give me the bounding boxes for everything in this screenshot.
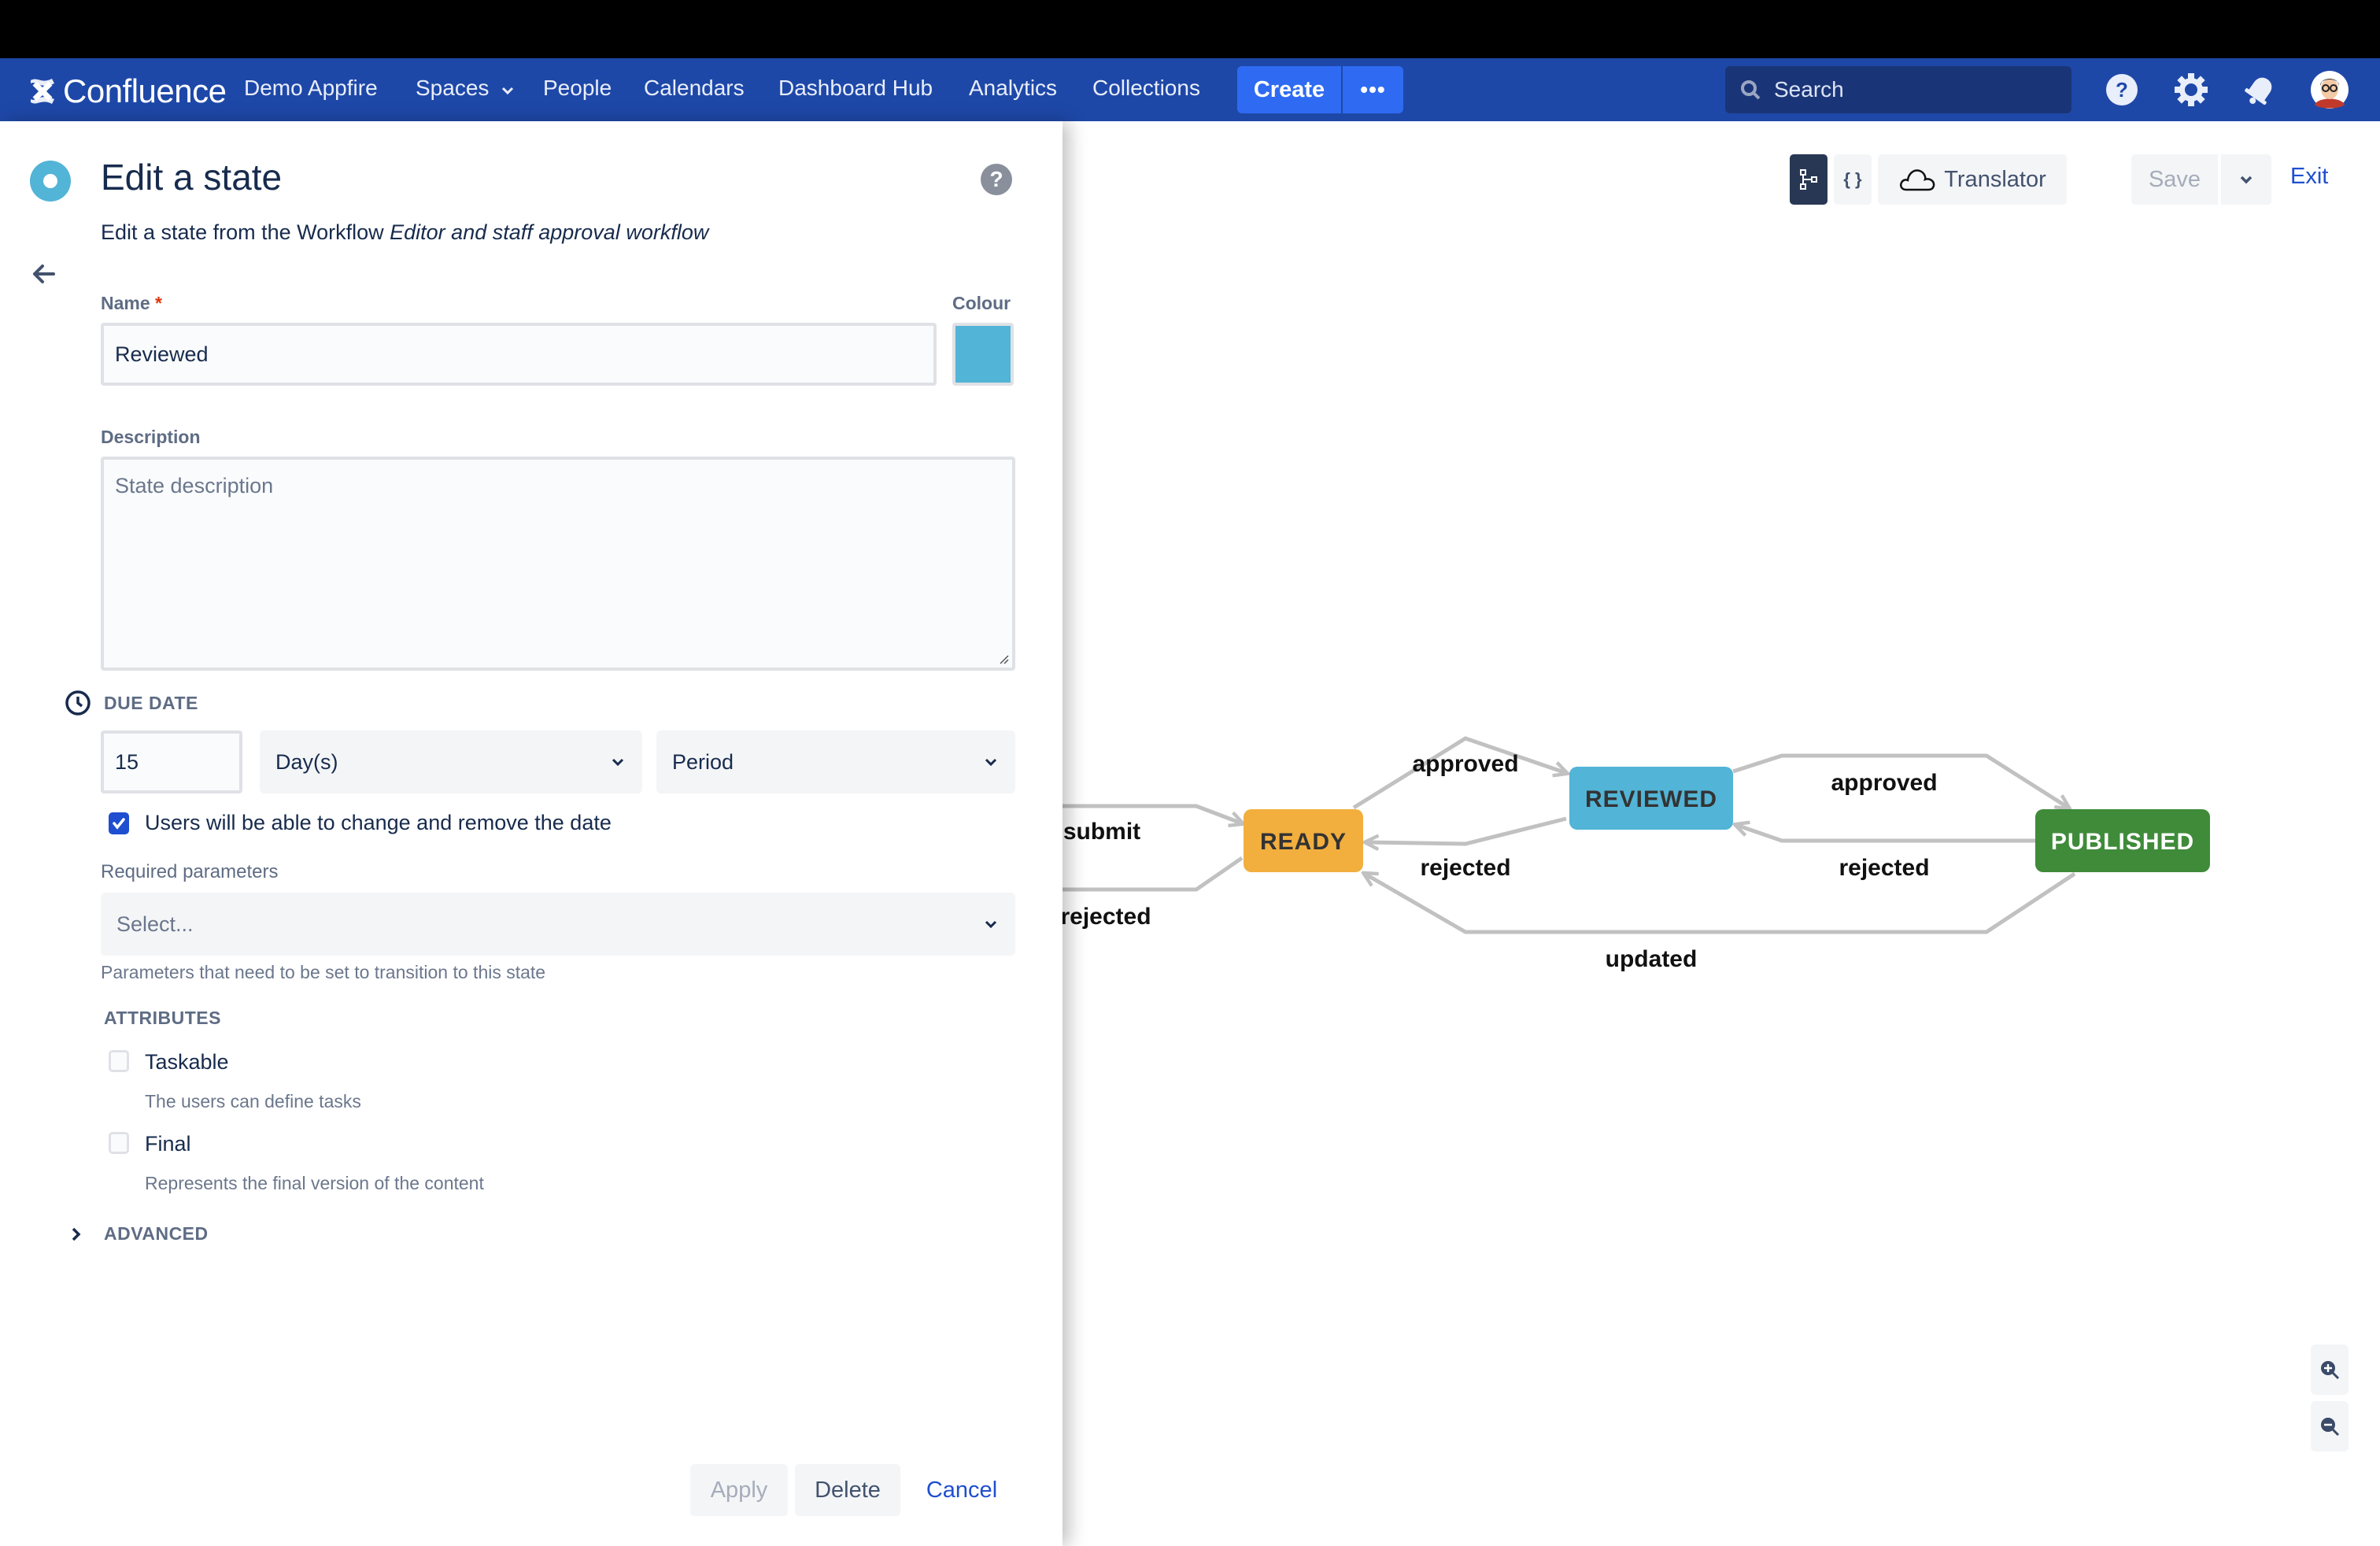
zoom-in-button[interactable] (2311, 1344, 2349, 1395)
chevron-down-icon (985, 920, 997, 929)
avatar[interactable] (2309, 69, 2350, 110)
nav-calendars[interactable]: Calendars (644, 76, 745, 101)
save-button[interactable]: Save (2131, 154, 2218, 205)
checkmark-icon (113, 818, 125, 830)
due-date-heading: DUE DATE (104, 693, 198, 713)
help-icon[interactable]: ? (2101, 69, 2142, 110)
clock-icon (65, 690, 91, 716)
required-mark: * (155, 293, 162, 313)
back-arrow-icon[interactable] (30, 260, 58, 288)
diagram-view-button[interactable] (1790, 154, 1828, 205)
chevron-down-icon (2240, 176, 2252, 184)
state-node-label: PUBLISHED (2051, 829, 2194, 855)
taskable-checkbox[interactable] (109, 1050, 129, 1072)
svg-text:?: ? (2116, 78, 2128, 102)
final-label: Final (145, 1132, 191, 1156)
edit-state-panel: Edit a state ? Edit a state from the Wor… (0, 121, 1062, 1546)
name-label-text: Name (101, 293, 150, 313)
search-input[interactable]: Search (1725, 66, 2071, 113)
name-label: Name * (101, 293, 162, 314)
nav-analytics[interactable]: Analytics (969, 76, 1057, 101)
final-help: Represents the final version of the cont… (145, 1173, 484, 1193)
name-input[interactable]: Reviewed (101, 323, 937, 386)
zoom-out-button[interactable] (2311, 1401, 2349, 1452)
state-node-reviewed[interactable]: REVIEWED (1569, 767, 1733, 830)
search-placeholder: Search (1774, 77, 1844, 102)
delete-button[interactable]: Delete (795, 1464, 900, 1516)
window-top-bar (0, 0, 2380, 58)
help-icon[interactable]: ? (981, 164, 1012, 195)
create-button-group: Create ••• (1237, 66, 1403, 113)
nav-people[interactable]: People (543, 76, 612, 101)
nav-spaces-label: Spaces (416, 76, 490, 100)
due-date-period-value: Period (672, 749, 734, 774)
required-parameters-label: Required parameters (101, 861, 279, 882)
translator-button[interactable]: Translator (1878, 154, 2067, 205)
due-date-unit-select[interactable]: Day(s) (260, 730, 642, 793)
colour-picker[interactable] (952, 323, 1014, 386)
page-subtitle: Edit a state from the Workflow Editor an… (101, 220, 708, 245)
confluence-logo[interactable]: Confluence (28, 72, 227, 110)
colour-label: Colour (952, 293, 1011, 313)
save-options-button[interactable] (2221, 154, 2271, 205)
confluence-logo-icon (31, 79, 54, 104)
user-change-date-label: Users will be able to change and remove … (145, 811, 612, 834)
advanced-toggle[interactable]: ADVANCED (71, 1223, 209, 1245)
state-node-ready[interactable]: READY (1244, 809, 1363, 872)
product-name: Confluence (63, 72, 227, 109)
search-icon (1741, 80, 1761, 100)
taskable-label: Taskable (145, 1050, 229, 1074)
zoom-in-icon (2321, 1361, 2340, 1380)
required-parameters-help: Parameters that need to be set to transi… (101, 962, 546, 982)
state-icon (30, 161, 71, 202)
diagram-icon (1800, 169, 1817, 190)
state-node-label: READY (1260, 829, 1347, 855)
taskable-help: The users can define tasks (145, 1091, 361, 1111)
cancel-button[interactable]: Cancel (913, 1464, 1011, 1516)
advanced-label: ADVANCED (104, 1223, 209, 1244)
apply-button[interactable]: Apply (690, 1464, 788, 1516)
description-label: Description (101, 427, 201, 447)
attributes-heading: ATTRIBUTES (104, 1008, 221, 1028)
description-placeholder: State description (115, 474, 274, 497)
page-title: Edit a state (101, 157, 283, 198)
resize-handle-icon[interactable] (998, 653, 1009, 664)
required-parameters-placeholder: Select... (116, 912, 194, 936)
due-date-amount-input[interactable]: 15 (101, 730, 242, 793)
notifications-icon[interactable] (2240, 69, 2281, 110)
create-more-button[interactable]: ••• (1343, 66, 1403, 113)
site-name[interactable]: Demo Appfire (244, 76, 378, 101)
chevron-down-icon (985, 758, 997, 767)
chevron-down-icon (612, 758, 624, 767)
state-node-label: REVIEWED (1585, 786, 1717, 812)
user-change-date-checkbox[interactable] (109, 812, 129, 834)
settings-icon[interactable] (2171, 69, 2212, 110)
chevron-down-icon (502, 87, 514, 95)
subtitle-prefix: Edit a state from the Workflow (101, 220, 390, 244)
nav-collections[interactable]: Collections (1092, 76, 1200, 101)
cloud-icon (1900, 169, 1935, 191)
state-node-published[interactable]: PUBLISHED (2035, 809, 2210, 872)
nav-spaces[interactable]: Spaces (416, 76, 514, 101)
description-textarea[interactable]: State description (101, 457, 1015, 671)
final-checkbox[interactable] (109, 1132, 129, 1154)
code-view-button[interactable]: { } (1834, 154, 1872, 205)
top-navigation: Confluence Demo Appfire Spaces People Ca… (0, 58, 2380, 121)
due-date-period-select[interactable]: Period (656, 730, 1015, 793)
create-button[interactable]: Create (1237, 66, 1343, 113)
required-parameters-select[interactable]: Select... (101, 893, 1015, 956)
zoom-out-icon (2321, 1418, 2340, 1437)
translator-label: Translator (1944, 166, 2046, 192)
subtitle-workflow-name: Editor and staff approval workflow (390, 220, 709, 244)
due-date-unit-value: Day(s) (275, 749, 338, 774)
chevron-right-icon (72, 1227, 81, 1241)
exit-link[interactable]: Exit (2290, 164, 2328, 190)
nav-dashboard-hub[interactable]: Dashboard Hub (778, 76, 933, 101)
